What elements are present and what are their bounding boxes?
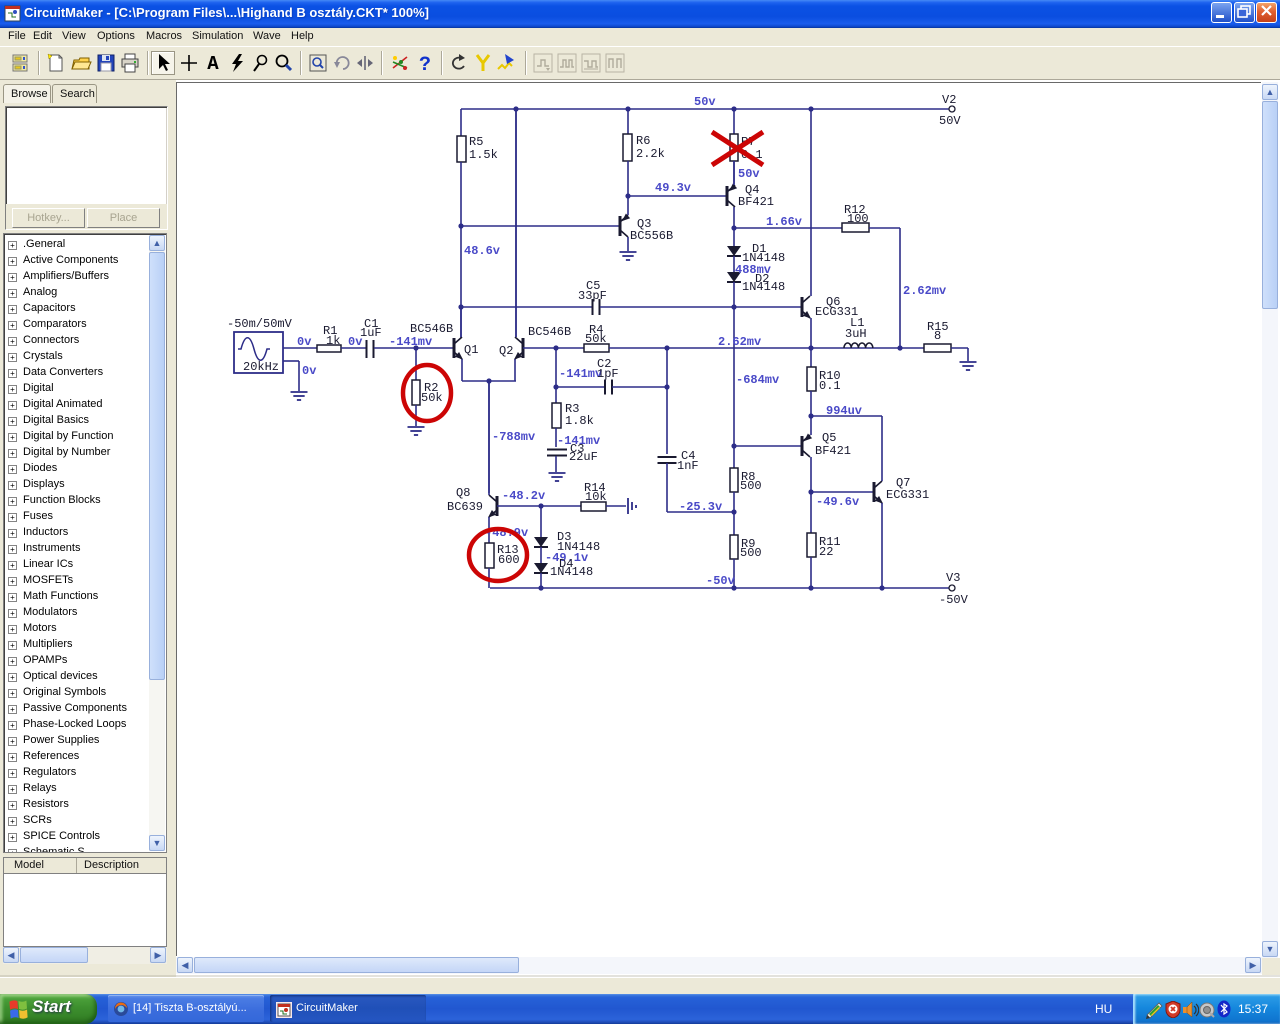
svg-text:R5: R5 — [469, 135, 483, 149]
svg-text:500: 500 — [740, 546, 762, 560]
svg-text:-49.6v: -49.6v — [816, 495, 859, 509]
svg-text:BC546B: BC546B — [410, 322, 453, 336]
svg-text:-50V: -50V — [939, 593, 969, 607]
svg-text:2.62mv: 2.62mv — [718, 335, 761, 349]
svg-text:50V: 50V — [939, 114, 961, 128]
svg-text:1.66v: 1.66v — [766, 215, 802, 229]
svg-text:BF421: BF421 — [738, 195, 774, 209]
svg-text:-50v: -50v — [706, 574, 735, 588]
svg-text:-50m/50mV: -50m/50mV — [227, 317, 293, 331]
svg-text:?: ? — [419, 54, 431, 74]
svg-text:1k: 1k — [326, 334, 340, 348]
svg-text:BC546B: BC546B — [528, 325, 571, 339]
svg-text:-684mv: -684mv — [736, 373, 779, 387]
svg-text:R6: R6 — [636, 134, 650, 148]
svg-text:Q8: Q8 — [456, 486, 470, 500]
svg-text:0v: 0v — [302, 364, 316, 378]
svg-text:994uv: 994uv — [826, 404, 862, 418]
svg-text:1nF: 1nF — [677, 459, 699, 473]
svg-text:50v: 50v — [694, 95, 716, 109]
svg-text:-25.3v: -25.3v — [679, 500, 722, 514]
svg-text:50v: 50v — [738, 167, 760, 181]
svg-text:33pF: 33pF — [578, 289, 607, 303]
svg-text:A: A — [207, 53, 219, 74]
svg-text:48.6v: 48.6v — [464, 244, 500, 258]
svg-text:1N4148: 1N4148 — [550, 565, 593, 579]
svg-text:100: 100 — [847, 212, 869, 226]
svg-text:ECG331: ECG331 — [886, 488, 929, 502]
svg-text:8: 8 — [934, 329, 941, 343]
svg-text:2.2k: 2.2k — [636, 147, 665, 161]
svg-text:V3: V3 — [946, 571, 960, 585]
svg-text:1.5k: 1.5k — [469, 148, 498, 162]
svg-text:1pF: 1pF — [597, 367, 619, 381]
svg-text:-141mv: -141mv — [389, 335, 432, 349]
svg-text:Q5: Q5 — [822, 431, 836, 445]
svg-text:1.8k: 1.8k — [565, 414, 594, 428]
svg-text:-48.2v: -48.2v — [502, 489, 545, 503]
svg-text:0.1: 0.1 — [819, 379, 841, 393]
svg-text:BC556B: BC556B — [630, 229, 673, 243]
svg-text:Q1: Q1 — [464, 343, 478, 357]
svg-text:-141mv: -141mv — [559, 367, 602, 381]
svg-text:500: 500 — [740, 479, 762, 493]
svg-text:BF421: BF421 — [815, 444, 851, 458]
svg-text:1N4148: 1N4148 — [742, 280, 785, 294]
svg-text:V2: V2 — [942, 93, 956, 107]
svg-text:10k: 10k — [585, 490, 607, 504]
svg-text:50k: 50k — [585, 332, 607, 346]
svg-text:22uF: 22uF — [569, 450, 598, 464]
svg-text:-788mv: -788mv — [492, 430, 535, 444]
svg-text:50k: 50k — [421, 391, 443, 405]
svg-text:2.62mv: 2.62mv — [903, 284, 946, 298]
svg-text:49.3v: 49.3v — [655, 181, 691, 195]
svg-text:3uH: 3uH — [845, 327, 867, 341]
svg-text:BC639: BC639 — [447, 500, 483, 514]
svg-text:22: 22 — [819, 545, 833, 559]
svg-text:0v: 0v — [297, 335, 311, 349]
svg-text:20kHz: 20kHz — [243, 360, 279, 374]
svg-text:1uF: 1uF — [360, 326, 382, 340]
svg-text:Q2: Q2 — [499, 344, 513, 358]
svg-text:600: 600 — [498, 553, 520, 567]
